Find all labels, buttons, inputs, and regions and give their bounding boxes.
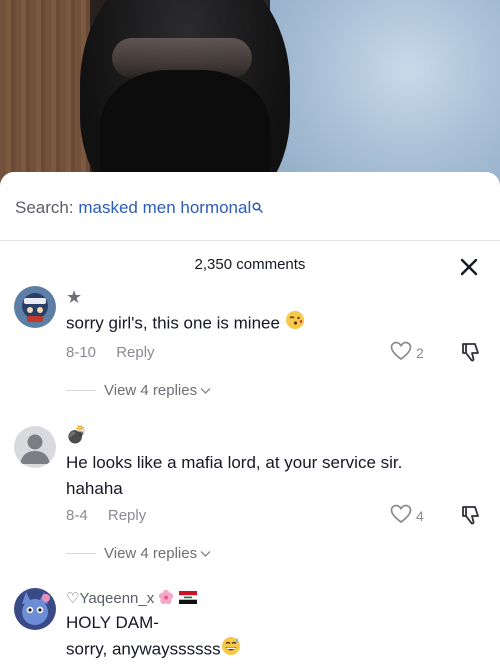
view-replies-label: View 4 replies — [104, 382, 198, 399]
kissing-face-emoji — [285, 310, 305, 338]
dislike-button[interactable] — [460, 341, 482, 368]
comment-text-content: sorry girl's, this one is minee — [66, 313, 280, 333]
thumbs-down-icon — [460, 343, 482, 367]
comment-date: 8-4 — [66, 507, 88, 524]
avatar[interactable] — [14, 426, 56, 468]
close-icon[interactable] — [458, 256, 480, 278]
comment-text-content: sorry, anywayssssss — [66, 639, 221, 659]
comment-text: HOLY DAM- sorry, anywayssssss — [66, 610, 436, 664]
chevron-down-icon — [200, 550, 211, 557]
like-count: 2 — [416, 344, 424, 361]
comment-username[interactable]: ♡Yaqeenn_x — [66, 589, 197, 609]
divider — [66, 390, 96, 391]
video-player[interactable] — [0, 0, 500, 200]
search-query-link[interactable]: masked men hormonal — [78, 198, 251, 217]
video-background-wall — [270, 0, 500, 200]
video-background-wood — [0, 0, 90, 200]
comment-text-line: He looks like a mafia lord, at your serv… — [66, 453, 403, 472]
comment-text-line: hahaha — [66, 479, 123, 498]
comment-text: He looks like a mafia lord, at your serv… — [66, 450, 436, 502]
reply-button[interactable]: Reply — [116, 344, 154, 361]
search-icon[interactable] — [252, 198, 263, 218]
iraq-flag-emoji — [178, 590, 197, 608]
divider — [66, 553, 96, 554]
heart-icon — [390, 504, 412, 527]
avatar[interactable] — [14, 588, 56, 630]
comment-date: 8-10 — [66, 344, 97, 361]
comment-meta: 8-4 Reply — [66, 507, 146, 524]
like-count: 4 — [416, 507, 424, 524]
view-replies-button[interactable]: View 4 replies — [66, 545, 211, 562]
heart-icon — [390, 341, 412, 364]
like-button[interactable]: 4 — [390, 504, 424, 527]
view-replies-button[interactable]: View 4 replies — [66, 382, 211, 399]
cherry-blossom-emoji — [158, 589, 174, 609]
grinning-sweat-emoji — [221, 636, 241, 664]
comment-meta: 8-10 Reply — [66, 344, 155, 361]
avatar[interactable] — [14, 286, 56, 328]
chevron-down-icon — [200, 387, 211, 394]
related-search[interactable]: Search: masked men hormonal — [15, 198, 263, 218]
like-button[interactable]: 2 — [390, 341, 424, 364]
comments-count: 2,350 comments — [194, 256, 306, 273]
comment-text-line-2: sorry, anywayssssss — [66, 636, 436, 664]
reply-button[interactable]: Reply — [108, 507, 146, 524]
dislike-button[interactable] — [460, 504, 482, 531]
comment-username[interactable]: 💣 — [66, 425, 87, 445]
search-label: Search: — [15, 198, 74, 217]
comment-text-line: HOLY DAM- — [66, 613, 159, 632]
comment-username[interactable]: ★ — [66, 287, 82, 308]
thumbs-down-icon — [460, 506, 482, 530]
username-text: ♡Yaqeenn_x — [66, 590, 155, 607]
comments-sheet: Search: masked men hormonal 2,350 commen… — [0, 172, 500, 668]
divider — [0, 240, 500, 241]
view-replies-label: View 4 replies — [104, 545, 198, 562]
comment-text: sorry girl's, this one is minee — [66, 310, 436, 338]
